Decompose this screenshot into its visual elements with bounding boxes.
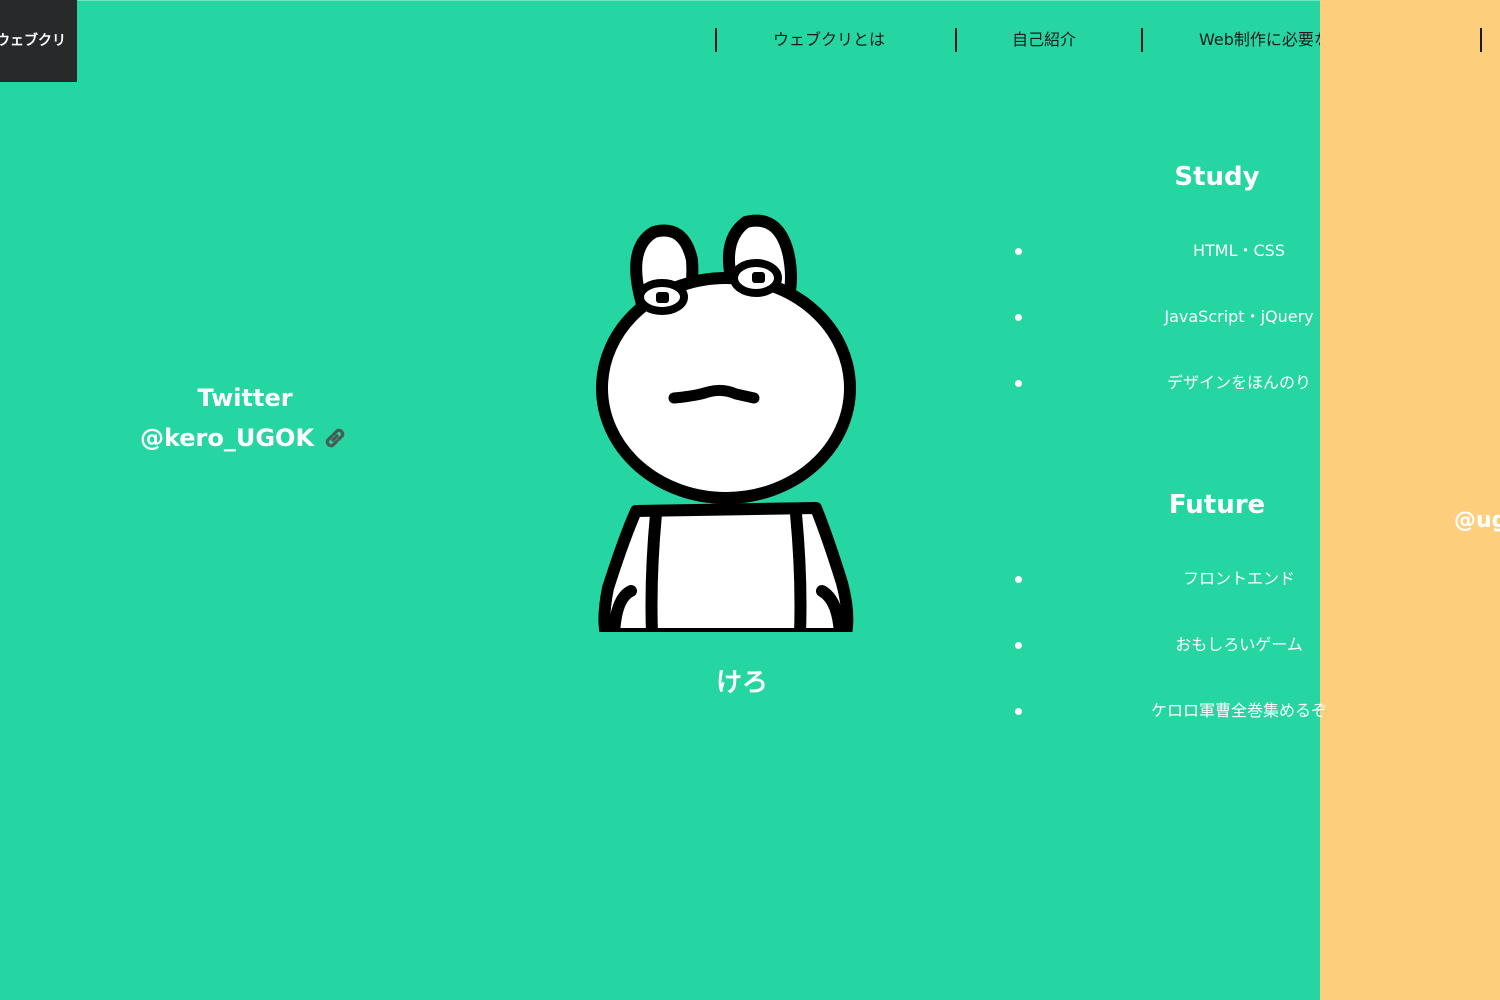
list-item-text: JavaScript・jQuery — [1164, 307, 1314, 326]
list-item: JavaScript・jQuery — [1010, 305, 1330, 371]
nav-separator — [1141, 28, 1143, 52]
nav-separator — [715, 28, 717, 52]
link-icon — [325, 428, 345, 448]
list-item: おもしろいゲーム — [1010, 633, 1330, 699]
twitter-handle-link[interactable]: @kero_UGOK — [140, 418, 350, 458]
list-item: デザインをほんのり — [1010, 371, 1330, 437]
page: ウェブクリ ウェブクリとは 自己紹介 Web制作に必要なモノ・コト @ug Tw… — [0, 0, 1500, 1000]
next-profile-panel: @ug — [1320, 82, 1500, 1000]
main-nav: ウェブクリとは 自己紹介 Web制作に必要なモノ・コト — [0, 28, 1500, 54]
nav-item-about[interactable]: ウェブクリとは — [773, 28, 885, 52]
next-profile-handle: @ug — [1454, 508, 1500, 533]
top-border — [0, 0, 1500, 1]
study-heading: Study — [1174, 162, 1260, 192]
list-item-text: HTML・CSS — [1192, 241, 1285, 260]
future-list: フロントエンド おもしろいゲーム ケロロ軍曹全巻集めるぞ — [1010, 567, 1330, 765]
list-item: フロントエンド — [1010, 567, 1330, 633]
list-item-text: デザインをほんのり — [1166, 373, 1311, 392]
future-heading: Future — [1168, 490, 1266, 520]
nav-separator — [955, 28, 957, 52]
twitter-block: Twitter @kero_UGOK — [110, 378, 380, 458]
nav-separator — [1480, 28, 1482, 52]
study-list: HTML・CSS JavaScript・jQuery デザインをほんのり — [1010, 239, 1330, 437]
twitter-handle: @kero_UGOK — [139, 424, 315, 452]
list-item: HTML・CSS — [1010, 239, 1330, 305]
frog-avatar — [596, 214, 858, 636]
next-profile-panel-top — [1320, 0, 1500, 82]
list-item-text: ケロロ軍曹全巻集めるぞ — [1150, 701, 1327, 720]
twitter-label: Twitter — [197, 384, 293, 412]
nav-item-profile[interactable]: 自己紹介 — [1012, 28, 1076, 52]
list-item-text: フロントエンド — [1182, 569, 1295, 588]
list-item-text: おもしろいゲーム — [1175, 635, 1303, 654]
profile-name: けろ — [715, 668, 768, 698]
list-item: ケロロ軍曹全巻集めるぞ — [1010, 699, 1330, 765]
